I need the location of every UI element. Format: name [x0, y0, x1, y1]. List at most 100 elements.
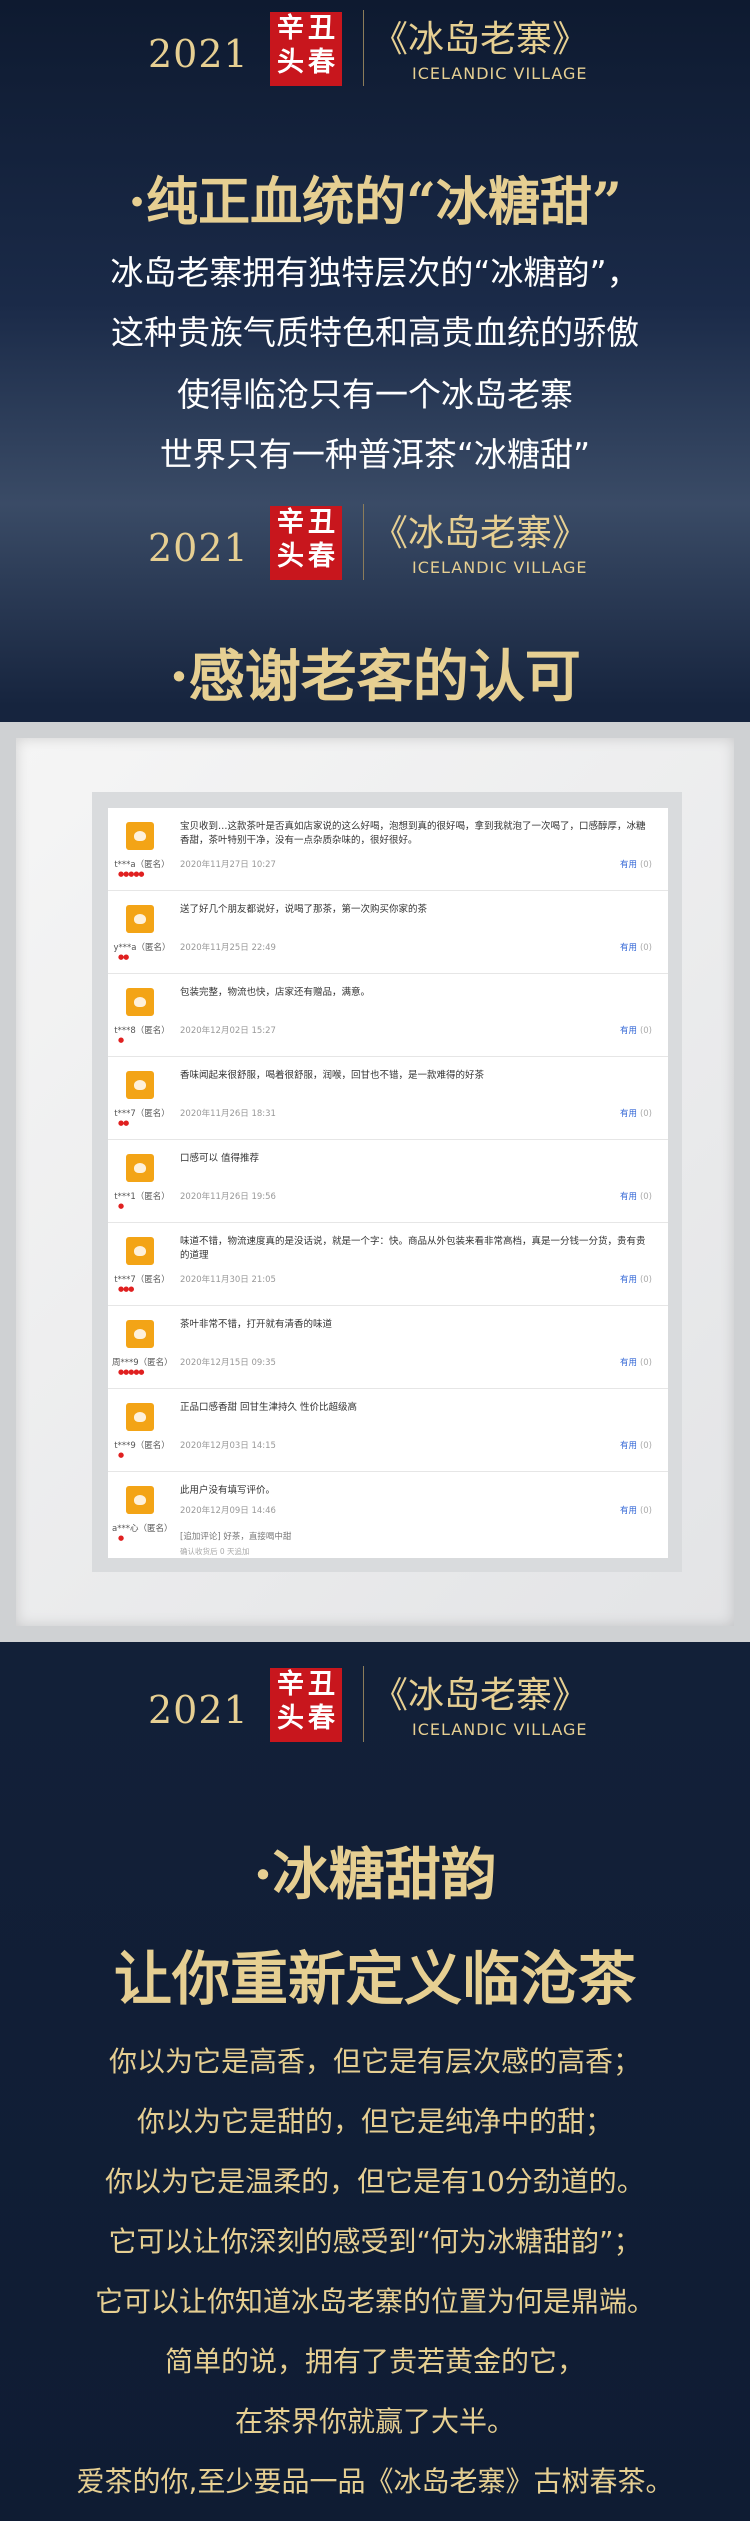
body-line: 你以为它是甜的，但它是纯净中的甜； [136, 2105, 613, 2138]
review-date: 2020年11月26日 19:56 [180, 1192, 276, 1202]
brand-name: 《冰岛老寨》 [372, 1675, 589, 1716]
year-label: 2021 [148, 32, 249, 76]
review-user: t***9（匿名） [114, 1441, 170, 1451]
rating-icon: ● [118, 1202, 124, 1210]
seal-stamp: 辛丑 头春 [270, 12, 342, 86]
helpful-button[interactable]: 有用 (0) [620, 1356, 652, 1368]
review-text: 包装完整，物流也快，店家还有赠品，满意。 [180, 987, 371, 998]
avatar [126, 1486, 154, 1514]
section-title-pure-blood: ·纯正血统的“冰糖甜” [128, 172, 622, 233]
body-line: 简单的说，拥有了贵若黄金的它， [164, 2345, 585, 2378]
rating-icon: ● [118, 1036, 124, 1044]
followup-date: 确认收货后 0 天追加 [180, 1547, 250, 1556]
avatar [126, 1154, 154, 1182]
brand-name: 《冰岛老寨》 [372, 19, 589, 60]
body-line: 你以为它是高香，但它是有层次感的高香； [108, 2045, 641, 2078]
review-text: 茶叶非常不错，打开就有清香的味道 [180, 1319, 333, 1330]
review-text: 正品口感香甜 回甘生津持久 性价比超级高 [180, 1402, 358, 1413]
seal-stamp: 辛丑 头春 [270, 1668, 342, 1742]
followup-review: [追加评论] 好茶，直接喝中甜 [180, 1532, 292, 1542]
brand-name-en: ICELANDIC VILLAGE [412, 558, 588, 577]
review-user: t***a（匿名） [114, 860, 170, 870]
brand-header-3: 2021 辛丑 头春 《冰岛老寨》 ICELANDIC VILLAGE [0, 1662, 750, 1742]
review-user: a***心（匿名） [112, 1524, 173, 1534]
helpful-button[interactable]: 有用 (0) [620, 1439, 652, 1451]
helpful-button[interactable]: 有用 (0) [620, 1024, 652, 1036]
brand-name-en: ICELANDIC VILLAGE [412, 1720, 588, 1739]
review-item: t***1（匿名） ● 口感可以 值得推荐 2020年11月26日 19:56 … [108, 1140, 668, 1223]
review-item: y***a（匿名） ●● 送了好几个朋友都说好，说喝了那茶，第一次购买你家的茶 … [108, 891, 668, 974]
helpful-button[interactable]: 有用 (0) [620, 1190, 652, 1202]
review-text: 送了好几个朋友都说好，说喝了那茶，第一次购买你家的茶 [180, 904, 428, 915]
avatar [126, 1071, 154, 1099]
review-item: t***7（匿名） ●●● 味道不错，物流速度真的是没话说，就是一个字：快。商品… [108, 1223, 668, 1306]
section-title-rock-sugar: ·冰糖甜韵 [253, 1842, 497, 1908]
section-title-thanks: ·感谢老客的认可 [169, 644, 581, 710]
review-item: a***心（匿名） ● 此用户没有填写评价。 2020年12月09日 14:46… [108, 1472, 668, 1558]
avatar [126, 905, 154, 933]
brand-name-en: ICELANDIC VILLAGE [412, 64, 588, 83]
avatar [126, 1320, 154, 1348]
rating-icon: ● [118, 1451, 124, 1459]
header-divider [363, 10, 364, 86]
intro-line: 这种贵族气质特色和高贵血统的骄傲 [111, 313, 639, 352]
review-date: 2020年11月30日 21:05 [180, 1275, 276, 1285]
review-text: 味道不错，物流速度真的是没话说，就是一个字：快。商品从外包装来看非常高档，真是一… [180, 1236, 646, 1261]
review-date: 2020年12月15日 09:35 [180, 1358, 276, 1368]
review-item: t***9（匿名） ● 正品口感香甜 回甘生津持久 性价比超级高 2020年12… [108, 1389, 668, 1472]
body-line: 它可以让你知道冰岛老寨的位置为何是鼎端。 [94, 2285, 655, 2318]
rating-icon: ●●●●● [118, 1368, 145, 1376]
review-date: 2020年11月26日 18:31 [180, 1109, 276, 1119]
review-date: 2020年11月25日 22:49 [180, 943, 276, 953]
review-item: 周***9（匿名） ●●●●● 茶叶非常不错，打开就有清香的味道 2020年12… [108, 1306, 668, 1389]
body-line: 爱茶的你,至少要品一品《冰岛老寨》古树春茶。 [76, 2465, 674, 2498]
review-user: y***a（匿名） [113, 943, 171, 953]
body-line: 它可以让你深刻的感受到“何为冰糖甜韵”； [108, 2225, 642, 2258]
review-list: t***a（匿名） ●●●●● 宝贝收到…这款茶叶是否真如店家说的这么好喝，泡想… [108, 808, 668, 1558]
header-divider [363, 504, 364, 580]
avatar [126, 1403, 154, 1431]
year-label: 2021 [148, 526, 249, 570]
review-user: t***7（匿名） [114, 1275, 170, 1285]
review-user: 周***9（匿名） [112, 1358, 173, 1368]
helpful-button[interactable]: 有用 (0) [620, 1273, 652, 1285]
intro-line: 世界只有一种普洱茶“冰糖甜” [159, 435, 591, 474]
review-date: 2020年12月02日 15:27 [180, 1026, 276, 1036]
brand-header-1: 2021 辛丑 头春 《冰岛老寨》 ICELANDIC VILLAGE [0, 6, 750, 86]
review-user: t***1（匿名） [114, 1192, 170, 1202]
intro-line: 冰岛老寨拥有独特层次的“冰糖韵”， [110, 253, 640, 292]
brand-header-2: 2021 辛丑 头春 《冰岛老寨》 ICELANDIC VILLAGE [0, 500, 750, 580]
seal-stamp: 辛丑 头春 [270, 506, 342, 580]
review-frame: t***a（匿名） ●●●●● 宝贝收到…这款茶叶是否真如店家说的这么好喝，泡想… [0, 722, 750, 1642]
review-text: 香味闻起来很舒服，喝着很舒服，润喉，回甘也不错，是一款难得的好茶 [180, 1070, 485, 1081]
brand-name: 《冰岛老寨》 [372, 513, 589, 554]
review-date: 2020年12月09日 14:46 [180, 1506, 276, 1516]
rating-icon: ●●●●● [118, 870, 145, 878]
review-user: t***8（匿名） [114, 1026, 170, 1036]
rating-icon: ●●● [118, 1285, 134, 1293]
body-line: 你以为它是温柔的，但它是有10分劲道的。 [105, 2165, 645, 2198]
body-line: 在茶界你就赢了大半。 [234, 2405, 515, 2438]
intro-line: 使得临沧只有一个冰岛老寨 [177, 375, 573, 414]
review-item: t***a（匿名） ●●●●● 宝贝收到…这款茶叶是否真如店家说的这么好喝，泡想… [108, 808, 668, 891]
review-user: t***7（匿名） [114, 1109, 170, 1119]
helpful-button[interactable]: 有用 (0) [620, 941, 652, 953]
header-divider [363, 1666, 364, 1742]
section-subtitle: 让你重新定义临沧茶 [113, 1945, 636, 2013]
review-item: t***7（匿名） ●● 香味闻起来很舒服，喝着很舒服，润喉，回甘也不错，是一款… [108, 1057, 668, 1140]
review-date: 2020年12月03日 14:15 [180, 1441, 276, 1451]
avatar [126, 988, 154, 1016]
rating-icon: ● [118, 1534, 124, 1542]
rating-icon: ●● [118, 1119, 129, 1127]
helpful-button[interactable]: 有用 (0) [620, 1504, 652, 1516]
review-date: 2020年11月27日 10:27 [180, 860, 276, 870]
rating-icon: ●● [118, 953, 129, 961]
product-detail-page: 2021 辛丑 头春 《冰岛老寨》 ICELANDIC VILLAGE ·纯正血… [0, 0, 750, 2521]
avatar [126, 1237, 154, 1265]
review-text: 宝贝收到…这款茶叶是否真如店家说的这么好喝，泡想到真的很好喝，拿到我就泡了一次喝… [180, 821, 646, 846]
review-text: 口感可以 值得推荐 [180, 1153, 260, 1164]
avatar [126, 822, 154, 850]
helpful-button[interactable]: 有用 (0) [620, 858, 652, 870]
review-text: 此用户没有填写评价。 [180, 1485, 276, 1496]
helpful-button[interactable]: 有用 (0) [620, 1107, 652, 1119]
